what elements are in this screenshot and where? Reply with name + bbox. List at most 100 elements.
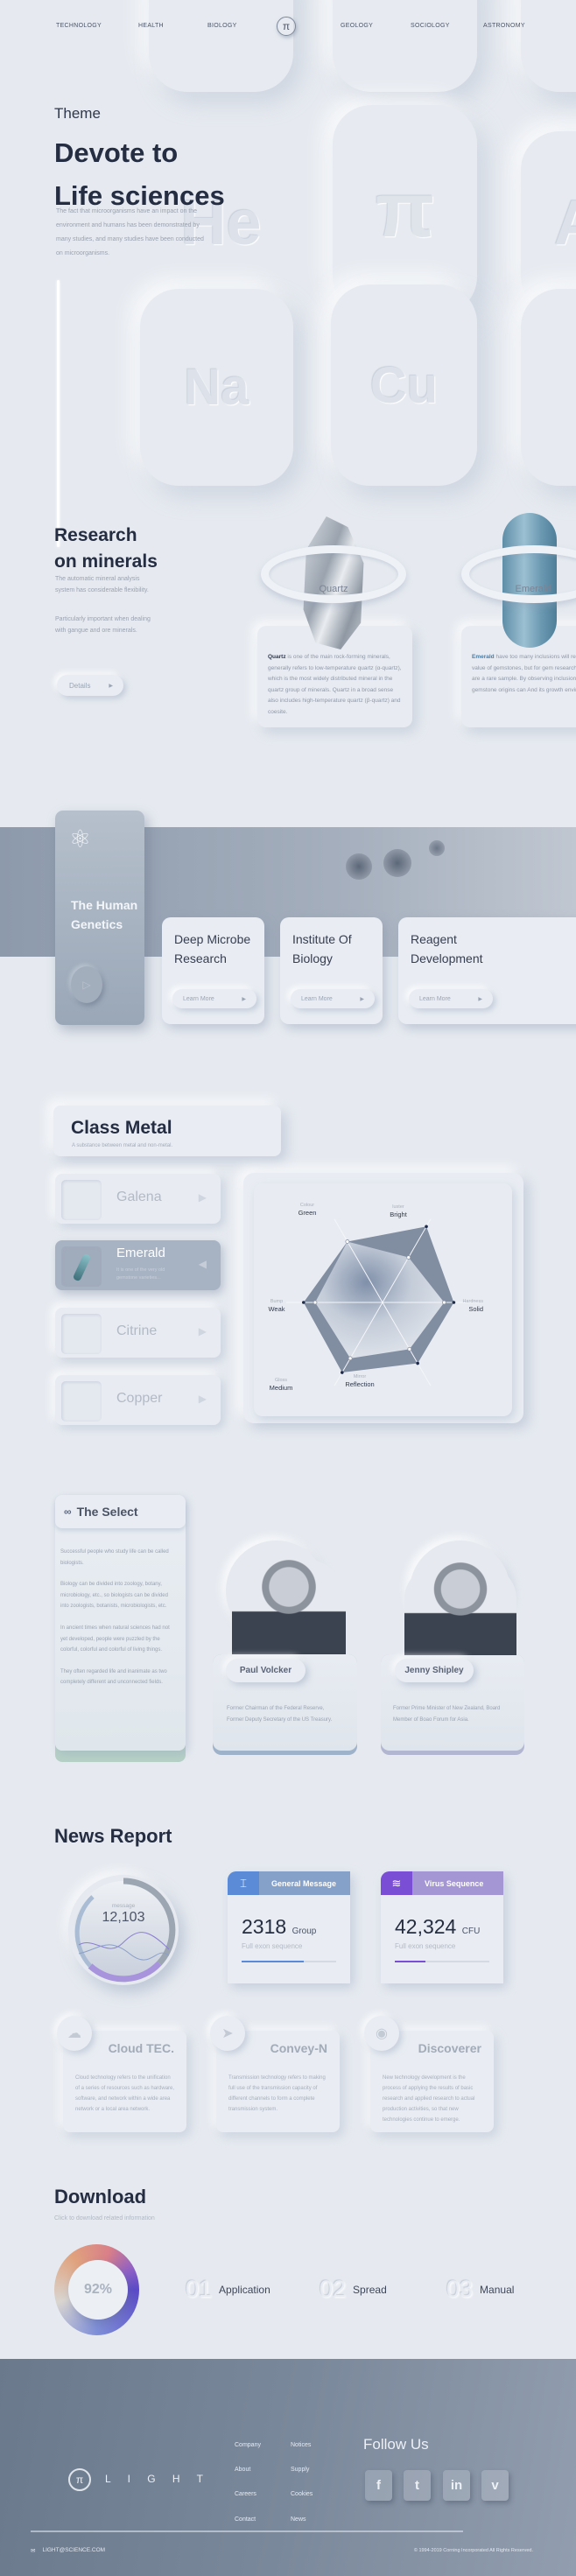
bg-tile [521,289,576,486]
lens-icon: ◉ [364,2016,399,2051]
download-item-spread[interactable]: 02 Spread [320,2276,387,2303]
footer-email[interactable]: ✉ LIGHT@SCIENCE.COM [31,2547,105,2554]
chevron-right-icon: ▶ [198,1191,207,1204]
stat-subtitle: Full exon sequence [242,1942,303,1950]
arrow-right-icon: ▶ [360,996,364,1002]
person-description: Former Chairman of the Federal Reserve, … [227,1706,333,1723]
radar-outer-point [452,1301,456,1304]
radar-axis-value: Green [299,1209,317,1217]
radar-axis-label: Colour [300,1203,314,1208]
news-title: News Report [54,1825,172,1847]
vimeo-icon[interactable]: v [481,2470,509,2501]
stat-unit: CFU [461,1927,481,1936]
radar-chart: ColourGreen lusterBright HardnessSolid Mirr… [268,1203,483,1392]
twitter-icon[interactable]: t [404,2470,431,2501]
emerald-label: Emerald [515,584,551,594]
stat-card-virus-sequence: Virus Sequence ≋ 42,324 CFU Full exon se… [381,1871,503,1983]
link-icon: ∞ [64,1506,72,1518]
details-button[interactable]: Details ▶ [57,675,123,696]
list-item-copper[interactable]: Copper ▶ [55,1375,221,1425]
item-number: 03 [446,2276,474,2302]
footer-link-news[interactable]: News [291,2516,306,2523]
tech-title: Convey-N [270,2041,327,2055]
name-pill-paul-volcker[interactable]: Paul Volcker [226,1659,306,1682]
item-name: Citrine [116,1323,158,1338]
download-item-manual[interactable]: 03 Manual [446,2276,514,2303]
learn-more-button[interactable]: Learn More ▶ [291,989,375,1008]
scroll-indicator[interactable] [57,280,60,547]
list-item-emerald[interactable]: Emerald It is one of the very old gemston… [55,1240,221,1290]
footer-link-company[interactable]: Company [235,2442,261,2448]
nav-astronomy[interactable]: ASTRONOMY [483,23,525,29]
footer-link-notices[interactable]: Notices [291,2442,311,2448]
nav-geology[interactable]: GEOLOGY [341,23,373,29]
radar-inner-point [407,1346,412,1351]
emerald-lead: Emerald [472,654,495,660]
gauge-label: message [111,1903,136,1909]
logo-icon[interactable]: π [277,17,296,36]
nav-health[interactable]: HEALTH [138,23,164,29]
chevron-left-icon: ◀ [198,1258,207,1270]
element-tile-cu: Cu [331,284,477,486]
card-title-line1: Deep Microbe [174,932,251,946]
item-label: Spread [353,2283,387,2296]
stat-value: 2318 Group [242,1915,316,1939]
footer-link-careers[interactable]: Careers [235,2491,256,2497]
learn-more-button[interactable]: Learn More ▶ [409,989,493,1008]
copper-thumbnail [61,1381,102,1421]
item-name: Copper [116,1391,163,1406]
element-tile-a: A [521,131,576,315]
list-item-citrine[interactable]: Citrine ▶ [55,1308,221,1358]
arrow-right-icon: ▶ [478,996,482,1002]
list-item-galena[interactable]: Galena ▶ [55,1174,221,1224]
radar-inner-point [313,1300,318,1305]
radar-outer-point [425,1225,428,1229]
linkedin-icon[interactable]: in [443,2470,470,2501]
learn-more-button[interactable]: Learn More ▶ [172,989,256,1008]
stat-card-general-message: General Message ⌶ 2318 Group Full exon s… [228,1871,350,1983]
card-title-line1: Institute Of [292,932,352,946]
nav-biology[interactable]: BIOLOGY [207,23,237,29]
stat-progress-bar [395,1961,489,1962]
class-metal-header: Class Metal A substance between metal an… [53,1106,281,1156]
select-paragraph: Biology can be divided into zoology, bot… [60,1582,168,1610]
radar-axis-value: Reflection [345,1380,374,1388]
footer-link-cookies[interactable]: Cookies [291,2491,313,2497]
item-name: Galena [116,1190,162,1204]
emerald-thumbnail [61,1246,102,1287]
name-pill-jenny-shipley[interactable]: Jenny Shipley [395,1659,474,1682]
play-button[interactable]: ▷ [71,966,102,1003]
download-title: Download [54,2186,147,2207]
select-paragraph: In ancient times when natural sciences h… [60,1625,170,1653]
genetics-feature-card: ⚛ The Human Genetics ▷ [55,811,144,1025]
facebook-icon[interactable]: f [365,2470,392,2501]
galena-thumbnail [61,1180,102,1220]
stat-progress-fill [242,1961,305,1962]
card-institute-of-biology: Institute Of Biology Learn More ▶ [280,917,383,1024]
tech-text: Cloud technology refers to the unificati… [75,2075,175,2112]
page: He π A Na Cu TECHNOLOGY HEALTH BIOLOGY π… [0,0,576,2576]
message-gauge: message 12,103 [68,1875,179,1985]
select-paragraph: They often regarded life and inanimate a… [60,1668,167,1686]
element-tile-na: Na [140,289,293,486]
nav-technology[interactable]: TECHNOLOGY [56,23,102,29]
item-label: Manual [480,2283,515,2296]
learn-more-label: Learn More [301,995,333,1002]
nav-sociology[interactable]: SOCIOLOGY [411,23,450,29]
tech-text: Transmission technology refers to making… [228,2075,326,2112]
radar-outer-point [416,1361,419,1365]
cloud-icon: ☁ [57,2016,92,2051]
download-progress-value: 92% [68,2260,128,2320]
email-text: LIGHT@SCIENCE.COM [42,2547,106,2553]
stat-subtitle: Full exon sequence [395,1942,456,1950]
select-body: Successful people who study life can be … [60,1547,174,1688]
learn-more-label: Learn More [419,995,451,1002]
card-deep-microbe-research: Deep Microbe Research Learn More ▶ [162,917,264,1024]
footer-logo-icon[interactable]: π [68,2468,91,2491]
footer-link-about[interactable]: About [235,2467,250,2473]
footer-link-contact[interactable]: Contact [235,2516,256,2523]
footer-link-supply[interactable]: Supply [291,2467,309,2473]
radar-outer-point [341,1371,344,1374]
download-item-application[interactable]: 01 Application [186,2276,270,2303]
genetics-title: The Human Genetics [71,895,137,934]
